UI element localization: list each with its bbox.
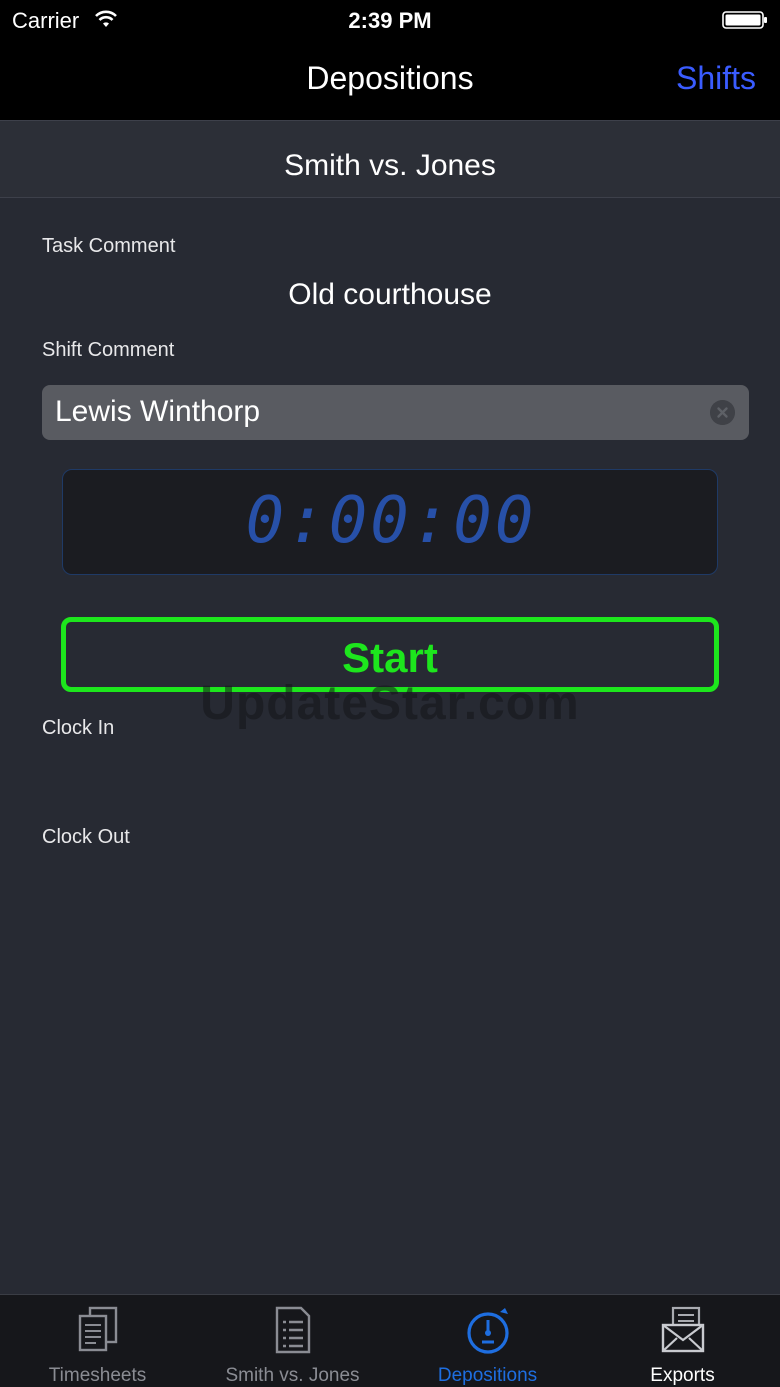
tab-smith-vs-jones-label: Smith vs. Jones <box>225 1365 360 1386</box>
shift-comment-field[interactable] <box>42 385 749 440</box>
shift-comment-input[interactable] <box>55 391 695 433</box>
task-comment-label: Task Comment <box>42 235 176 257</box>
clear-text-icon[interactable] <box>710 400 735 425</box>
navigation-bar: Depositions Shifts <box>0 40 780 120</box>
start-button-label: Start <box>342 634 438 681</box>
clock-time: 2:39 PM <box>348 8 432 33</box>
task-header: Smith vs. Jones <box>0 120 780 198</box>
tab-smith-vs-jones[interactable]: Smith vs. Jones <box>195 1295 390 1387</box>
documents-icon <box>78 1306 118 1352</box>
tab-depositions[interactable]: Depositions <box>390 1295 585 1387</box>
watermark: UpdateStar.com <box>200 677 580 730</box>
tab-bar: Timesheets Smith vs. Jones Depositions E… <box>0 1294 780 1387</box>
task-title: Smith vs. Jones <box>284 149 496 182</box>
clock-out-label: Clock Out <box>42 826 130 848</box>
stopwatch-icon <box>467 1308 509 1354</box>
page-title: Depositions <box>306 60 474 96</box>
tab-exports-label: Exports <box>650 1365 715 1386</box>
tab-timesheets-label: Timesheets <box>48 1365 147 1386</box>
task-comment-value: Old courthouse <box>288 278 492 311</box>
status-bar: Carrier 2:39 PM <box>0 0 780 40</box>
battery-icon <box>722 11 767 29</box>
list-document-icon <box>275 1306 311 1354</box>
clock-in-label: Clock In <box>42 717 115 739</box>
timer-readout: 0:00:00 <box>245 484 537 558</box>
shifts-button[interactable]: Shifts <box>676 60 756 97</box>
tab-depositions-label: Depositions <box>437 1365 538 1386</box>
tab-exports[interactable]: Exports <box>585 1295 780 1387</box>
shift-comment-label: Shift Comment <box>42 339 175 361</box>
timer-display: 0:00:00 <box>62 469 718 575</box>
envelope-export-icon <box>661 1306 705 1353</box>
tab-timesheets[interactable]: Timesheets <box>0 1295 195 1387</box>
